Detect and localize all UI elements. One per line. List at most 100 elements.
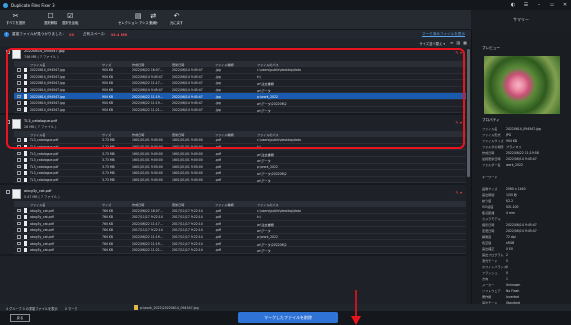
- row-checkbox[interactable]: [17, 228, 21, 233]
- select-all-button[interactable]: ✂ すべてを選択: [6, 12, 25, 26]
- cell-created: 2022/06/22 11:17...: [132, 81, 163, 86]
- row-checkbox[interactable]: [17, 248, 21, 252]
- table-row[interactable]: 20220614_094547.jpg 904 KB 2022/06/22 11:2…: [14, 107, 466, 114]
- table-row[interactable]: TL3_catalogue.pdf 3.73 MB 1601/01/01 9:00:…: [14, 170, 466, 177]
- property-value: ISO-100: [506, 205, 519, 209]
- cell-name: TL3_catalogue.pdf: [30, 164, 59, 169]
- row-checkbox[interactable]: [17, 138, 21, 143]
- group-checkbox[interactable]: [6, 190, 10, 195]
- cell-created: 2022/06/22 16:07...: [132, 208, 163, 213]
- deselect-button[interactable]: ☐ 選択解除: [44, 12, 57, 26]
- user-icon[interactable]: ◐: [509, 1, 517, 9]
- detail-view-icon[interactable]: ▥: [456, 40, 460, 45]
- back-button[interactable]: 戻る: [10, 314, 30, 322]
- table-row[interactable]: abcg3y_cat.pdf 764 KB 2017/11/17 9:22:14 20…: [14, 227, 466, 234]
- row-checkbox[interactable]: [17, 145, 21, 149]
- undo-button[interactable]: ↶ 元に戻す: [170, 12, 183, 26]
- scrollbar-thumb[interactable]: [467, 49, 470, 177]
- row-checkbox[interactable]: [17, 74, 21, 79]
- table-row[interactable]: 20220614_094547.jpg 904 KB 2022/06/22 11:1…: [14, 80, 466, 87]
- group-tool-icon[interactable]: ✎ ▾: [455, 190, 462, 195]
- table-row[interactable]: TL3_catalogue.pdf 3.73 MB 1601/01/01 9:00:…: [14, 157, 466, 164]
- table-row[interactable]: abcg3y_cat.pdf 764 KB 2017/11/17 9:22:14 20…: [14, 214, 466, 221]
- cell-folder: w:\データ: [257, 159, 271, 164]
- cell-updated: 2017/11/17 9:22:14: [172, 228, 203, 233]
- row-checkbox[interactable]: [17, 215, 21, 219]
- table-row[interactable]: 20220614_094547.jpg 904 KB 2022/06/22 16:0…: [14, 67, 466, 74]
- close-icon[interactable]: ✕: [561, 1, 569, 9]
- file-type-icon: [24, 221, 28, 226]
- cell-size: 3.73 MB: [102, 164, 115, 169]
- property-row: ファイルサイズ 904 KB: [482, 138, 570, 143]
- delete-marked-button[interactable]: マークしたファイルを削除: [238, 312, 338, 323]
- group-header[interactable]: 20220614_094547.jpg 746 MB ( 7 ファイル ) ✎ ▾: [0, 47, 466, 61]
- table-row[interactable]: TL3_catalogue.pdf 3.73 MB 1601/01/01 9:00:…: [14, 150, 466, 157]
- cell-folder: w:\データ\202206\2: [257, 172, 287, 177]
- compare-button[interactable]: ⇄ 比較: [150, 12, 157, 26]
- app-window: Duplicate Files Fixer 3 ◐ ☰ – ▫ ✕ ✂ すべてを…: [0, 0, 571, 325]
- row-checkbox[interactable]: [17, 68, 21, 72]
- menu-icon[interactable]: ☰: [522, 1, 530, 9]
- row-checkbox[interactable]: [17, 94, 21, 99]
- row-checkbox[interactable]: [17, 208, 21, 213]
- row-checkbox[interactable]: [17, 178, 21, 182]
- cell-name: TL3_catalogue.pdf: [30, 158, 59, 163]
- group-checkbox[interactable]: [6, 50, 10, 54]
- table-row[interactable]: 20220614_094547.jpg 904 KB 2022/06/22 11:1…: [14, 100, 466, 107]
- group-header[interactable]: abcg3y_cat.pdf 5.47 MB ( 7 ファイル ) ✎ ▾: [0, 187, 466, 202]
- row-checkbox[interactable]: [17, 101, 21, 105]
- cell-updated: 2017/11/17 9:22:14: [172, 215, 203, 220]
- row-checkbox[interactable]: [17, 241, 21, 246]
- cell-updated: 2017/11/17 9:22:14: [172, 208, 203, 213]
- minimize-icon[interactable]: –: [535, 1, 543, 9]
- property-key: フラッシュ: [482, 271, 498, 275]
- table-row[interactable]: 20220614_094547.jpg 904 KB 2022/06/14 9:45…: [14, 87, 466, 94]
- row-checkbox[interactable]: [17, 81, 21, 86]
- cell-name: abcg3y_cat.pdf: [30, 208, 54, 213]
- table-row[interactable]: abcg3y_cat.pdf 764 KB 2022/06/22 16:07... 2…: [14, 207, 466, 214]
- sort-dropdown[interactable]: サイズ並べ替え ▾: [419, 41, 445, 46]
- list-view-icon[interactable]: ≡: [450, 40, 453, 45]
- row-checkbox[interactable]: [17, 158, 21, 162]
- row-checkbox[interactable]: [17, 171, 21, 176]
- maximize-icon[interactable]: ▫: [548, 1, 556, 9]
- cell-type: .pdf: [215, 171, 222, 176]
- table-row[interactable]: 20220614_094547.jpg 904 KB 2022/06/14 9:45…: [14, 74, 466, 81]
- property-row: 方向 1: [482, 276, 570, 281]
- property-row: ソフトウェア No Flash: [482, 288, 570, 293]
- invert-selection-button[interactable]: ☑ 選択を反転: [62, 12, 78, 26]
- row-checkbox[interactable]: [17, 221, 21, 226]
- property-value: 0: [506, 265, 508, 269]
- cell-type: .pdf: [215, 241, 222, 246]
- property-row: ホワイトバランス0: [482, 264, 570, 269]
- property-value: 0 EV: [506, 247, 514, 251]
- grid-view-icon[interactable]: ▦: [463, 40, 467, 45]
- table-row[interactable]: abcg3y_cat.pdf 764 KB 2022/06/22 11:19... 2…: [14, 234, 466, 241]
- table-row[interactable]: abcg3y_cat.pdf 764 KB 2022/06/22 11:21... 2…: [14, 247, 466, 254]
- group-header[interactable]: TL3_catalogue.pdf 26 MB ( 7 ファイル ) ✎ ▾: [0, 117, 466, 132]
- duplicate-group: TL3_catalogue.pdf 26 MB ( 7 ファイル ) ✎ ▾ ファイル…: [0, 117, 466, 184]
- table-row[interactable]: 20220614_094547.jpg 904 KB 2022/06/22 11:1…: [14, 93, 466, 100]
- cell-updated: 2022/06/14 9:45:47: [172, 81, 203, 86]
- table-row[interactable]: TL3_catalogue.pdf 3.73 MB 1601/01/01 9:00:…: [14, 144, 466, 151]
- cell-size: 764 KB: [102, 234, 114, 239]
- property-row: フォルダー名 work_2022: [482, 162, 570, 167]
- property-row: 著作権 Inverted: [482, 294, 570, 299]
- cell-type: .pdf: [215, 221, 222, 226]
- table-row[interactable]: abcg3y_cat.pdf 764 KB 2022/06/22 11:17... 2…: [14, 221, 466, 228]
- row-checkbox[interactable]: [17, 235, 21, 239]
- view-marked-link[interactable]: マーク済みファイルを表示: [422, 32, 465, 37]
- row-checkbox[interactable]: [17, 151, 21, 156]
- table-row[interactable]: abcg3y_cat.pdf 764 KB 2022/06/22 11:19... 2…: [14, 240, 466, 247]
- group-checkbox[interactable]: [6, 120, 10, 125]
- property-row: [482, 168, 570, 172]
- compare-icon: ⇄: [150, 12, 157, 20]
- table-row[interactable]: TL3_catalogue.pdf 3.73 MB 1601/01/01 9:00:…: [14, 177, 466, 184]
- row-checkbox[interactable]: [17, 164, 21, 169]
- group-tool-icon[interactable]: ✎ ▾: [455, 120, 462, 125]
- table-row[interactable]: TL3_catalogue.pdf 3.73 MB 1601/01/01 9:00:…: [14, 164, 466, 171]
- group-tool-icon[interactable]: ✎ ▾: [455, 50, 462, 55]
- row-checkbox[interactable]: [17, 107, 21, 112]
- table-row[interactable]: TL3_catalogue.pdf 3.73 MB 1601/01/01 9:00:…: [14, 137, 466, 144]
- row-checkbox[interactable]: [17, 88, 21, 92]
